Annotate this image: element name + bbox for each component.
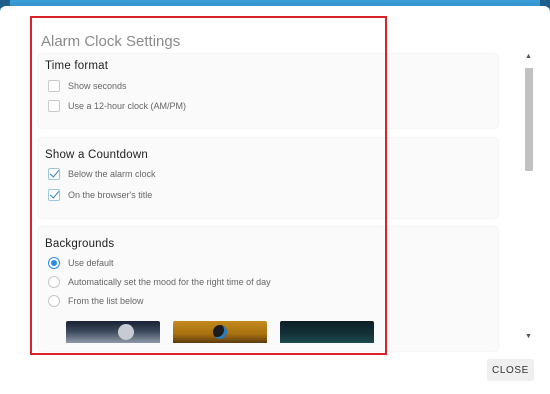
from-list-label: From the list below bbox=[68, 296, 144, 306]
scroll-down-icon[interactable]: ▼ bbox=[523, 331, 534, 343]
scroll-up-icon[interactable]: ▲ bbox=[523, 51, 534, 63]
auto-mood-label: Automatically set the mood for the right… bbox=[68, 277, 271, 287]
twelve-hour-option[interactable]: Use a 12-hour clock (AM/PM) bbox=[48, 98, 186, 114]
background-thumbnail-moon[interactable] bbox=[66, 321, 160, 343]
countdown-section: Show a Countdown Below the alarm clock O… bbox=[38, 138, 498, 218]
time-format-title: Time format bbox=[45, 60, 109, 72]
browser-title-label: On the browser's title bbox=[68, 190, 153, 200]
browser-title-option[interactable]: On the browser's title bbox=[48, 187, 152, 203]
below-clock-label: Below the alarm clock bbox=[68, 169, 156, 179]
from-list-option[interactable]: From the list below bbox=[48, 293, 144, 309]
moon-image bbox=[118, 324, 134, 340]
dialog-title: Alarm Clock Settings bbox=[41, 33, 181, 50]
auto-mood-option[interactable]: Automatically set the mood for the right… bbox=[48, 274, 271, 290]
background-thumbnail-bird[interactable] bbox=[173, 321, 267, 343]
browser-title-checkbox[interactable] bbox=[48, 189, 60, 201]
backgrounds-title: Backgrounds bbox=[45, 238, 115, 250]
auto-mood-radio[interactable] bbox=[48, 276, 60, 288]
countdown-title: Show a Countdown bbox=[45, 149, 148, 161]
scrollbar-thumb[interactable] bbox=[525, 68, 533, 171]
bird-image bbox=[213, 325, 227, 339]
from-list-radio[interactable] bbox=[48, 295, 60, 307]
twelve-hour-checkbox[interactable] bbox=[48, 100, 60, 112]
show-seconds-checkbox[interactable] bbox=[48, 80, 60, 92]
below-clock-checkbox[interactable] bbox=[48, 168, 60, 180]
use-default-radio[interactable] bbox=[48, 257, 60, 269]
close-button[interactable]: CLOSE bbox=[487, 359, 534, 381]
use-default-label: Use default bbox=[68, 258, 114, 268]
below-clock-option[interactable]: Below the alarm clock bbox=[48, 166, 156, 182]
background-thumbnail-night[interactable] bbox=[280, 321, 374, 343]
use-default-option[interactable]: Use default bbox=[48, 255, 114, 271]
dialog-scrollbar[interactable]: ▲ ▼ bbox=[523, 51, 534, 343]
twelve-hour-label: Use a 12-hour clock (AM/PM) bbox=[68, 101, 187, 111]
show-seconds-option[interactable]: Show seconds bbox=[48, 78, 127, 94]
time-format-section: Time format Show seconds Use a 12-hour c… bbox=[38, 54, 498, 128]
show-seconds-label: Show seconds bbox=[68, 81, 127, 91]
